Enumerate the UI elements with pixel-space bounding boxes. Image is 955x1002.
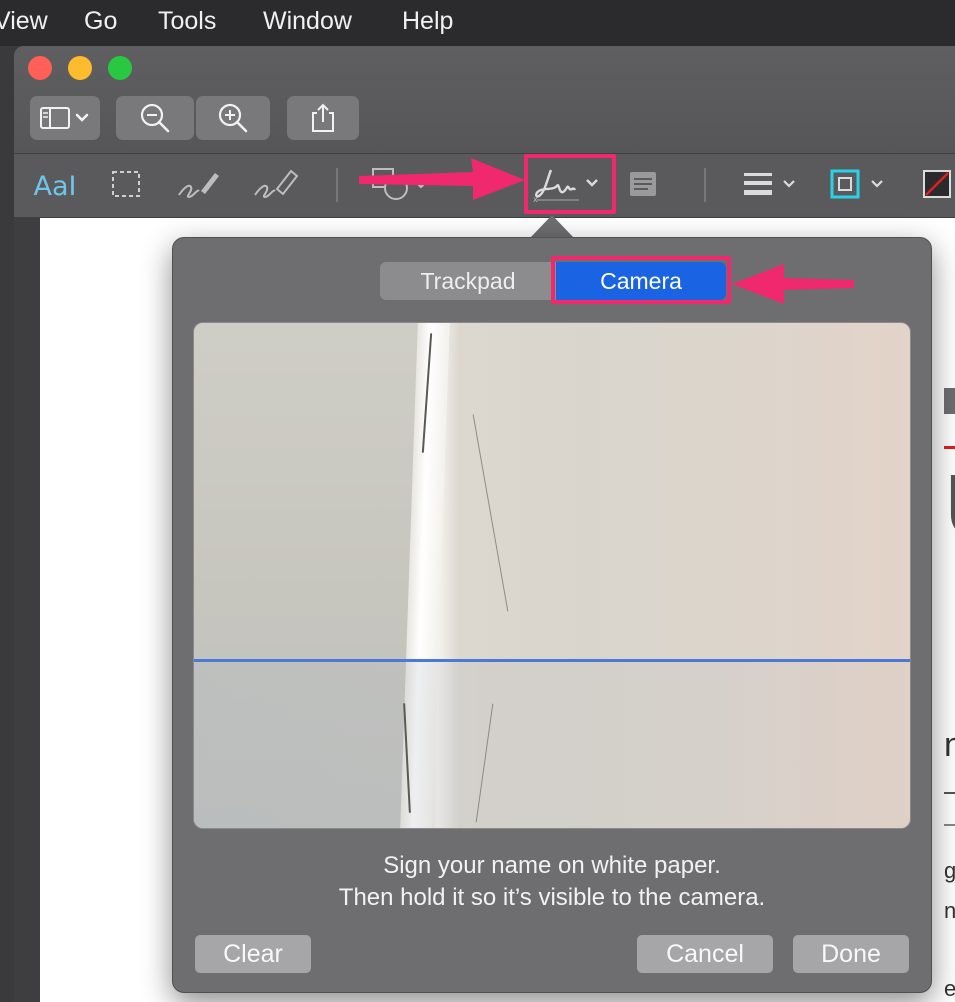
fill-color-icon: [922, 168, 954, 205]
cancel-button[interactable]: Cancel: [637, 935, 773, 973]
doc-red-line: [944, 446, 955, 449]
signature-popover: Trackpad Camera Sign your name on white …: [172, 237, 932, 993]
title-bar: [14, 46, 955, 154]
doc-grey-bar: [944, 388, 955, 414]
doc-rule: [944, 824, 955, 826]
draw-icon: [251, 167, 299, 206]
done-button[interactable]: Done: [793, 935, 909, 973]
doc-text-fragment: nv: [944, 726, 955, 764]
camera-preview-lower: [194, 661, 910, 828]
rect-select-button[interactable]: [108, 166, 144, 206]
line-style-icon: [742, 169, 802, 204]
border-color-icon: [830, 168, 890, 205]
zoom-out-button[interactable]: [116, 96, 194, 140]
sign-button-highlight: [524, 154, 616, 214]
doc-rule: [944, 792, 955, 794]
zoom-window-button[interactable]: [108, 56, 132, 80]
toolbar-separator: [704, 168, 706, 202]
menu-view[interactable]: View: [0, 7, 48, 36]
toolbar-separator: [336, 168, 338, 202]
zoom-out-icon: [138, 101, 172, 135]
camera-texture: [472, 414, 509, 612]
annotation-arrow-icon: [359, 158, 525, 200]
signature-guideline: [194, 659, 910, 662]
annotation-arrow-icon: [732, 264, 854, 304]
border-color-button[interactable]: [830, 166, 890, 206]
doc-text-fragment: nni: [944, 898, 955, 923]
note-icon: [628, 169, 658, 204]
doc-heading-fragment: U: [944, 456, 955, 559]
note-button[interactable]: [626, 166, 660, 206]
doc-text-fragment: er: [944, 976, 955, 1001]
camera-tab-highlight: [551, 256, 731, 304]
menu-bar: View Go Tools Window Help: [0, 0, 955, 46]
doc-text-fragment: gra: [944, 858, 955, 883]
menu-go[interactable]: Go: [84, 7, 117, 36]
instruction-line-2: Then hold it so it’s visible to the came…: [338, 884, 766, 911]
text-tool-button[interactable]: AaI: [28, 166, 82, 206]
zoom-in-icon: [216, 101, 250, 135]
rect-select-icon: [111, 169, 141, 204]
sidebar-toggle-button[interactable]: [30, 96, 100, 140]
sketch-button[interactable]: [174, 166, 222, 206]
tab-trackpad[interactable]: Trackpad: [380, 262, 556, 300]
menu-help[interactable]: Help: [402, 7, 453, 36]
fill-color-button[interactable]: [918, 166, 955, 206]
sidebar-icon: [39, 105, 91, 131]
popover-pointer: [530, 215, 574, 238]
draw-button[interactable]: [250, 166, 300, 206]
share-icon: [308, 102, 338, 134]
minimize-window-button[interactable]: [68, 56, 92, 80]
text-tool-label: AaI: [33, 170, 77, 202]
clear-button[interactable]: Clear: [195, 935, 311, 973]
menu-window[interactable]: Window: [263, 7, 352, 36]
instruction-line-1: Sign your name on white paper.: [383, 852, 721, 879]
sketch-icon: [175, 167, 221, 206]
close-window-button[interactable]: [28, 56, 52, 80]
share-button[interactable]: [287, 96, 359, 140]
line-style-button[interactable]: [742, 166, 802, 206]
zoom-in-button[interactable]: [196, 96, 270, 140]
menu-tools[interactable]: Tools: [158, 7, 216, 36]
camera-preview: [193, 322, 911, 829]
